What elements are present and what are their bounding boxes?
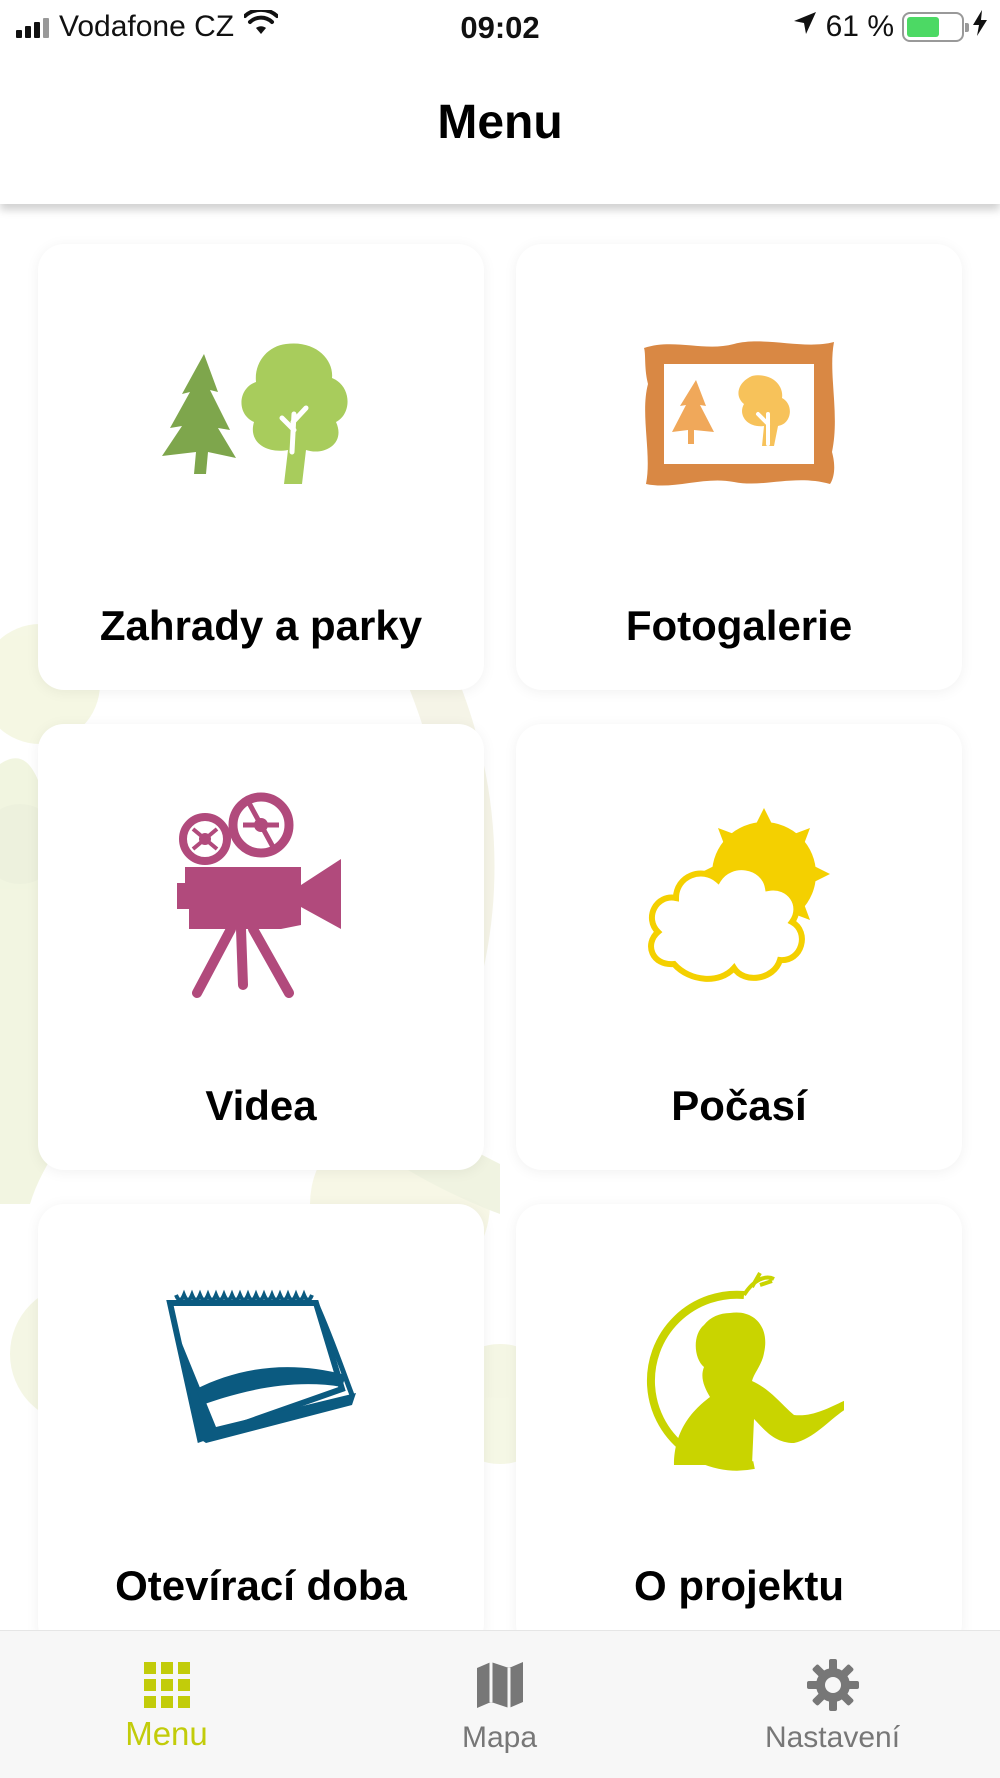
menu-card-label: Videa: [205, 1082, 317, 1129]
menu-card-label: Zahrady a parky: [99, 602, 423, 649]
page-title: Menu: [437, 95, 563, 149]
picture-frame-icon: [644, 341, 835, 486]
tab-bar: Menu Mapa Nastavení: [0, 1630, 1000, 1778]
menu-card-videos[interactable]: Videa: [38, 724, 484, 1170]
tab-menu[interactable]: Menu: [0, 1631, 333, 1778]
tab-map[interactable]: Mapa: [333, 1631, 666, 1778]
grid-icon: [143, 1662, 190, 1708]
menu-card-label: Počasí: [671, 1082, 807, 1129]
menu-card-weather[interactable]: Počasí: [516, 724, 962, 1170]
menu-card-gallery[interactable]: Fotogalerie: [516, 244, 962, 690]
charging-bolt-icon: [972, 10, 988, 44]
tab-label: Menu: [125, 1715, 208, 1752]
menu-card-about-project[interactable]: O projektu: [516, 1204, 962, 1630]
menu-card-label: Fotogalerie: [625, 602, 853, 649]
tab-label: Mapa: [461, 1721, 538, 1754]
weather-icon: [648, 808, 830, 982]
nav-header: Menu: [0, 56, 1000, 204]
map-icon: [476, 1662, 523, 1708]
menu-card-label: O projektu: [633, 1562, 845, 1609]
tab-settings[interactable]: Nastavení: [666, 1631, 999, 1778]
menu-card-opening-hours[interactable]: Otevírací doba: [38, 1204, 484, 1630]
battery-level: [907, 17, 939, 37]
trees-icon: [162, 343, 348, 484]
battery-percent: 61 %: [825, 10, 894, 43]
location-arrow-icon: [792, 10, 818, 44]
project-logo-icon: [646, 1272, 844, 1471]
gear-icon: [806, 1659, 859, 1711]
tab-label: Nastavení: [764, 1721, 901, 1754]
film-camera-icon: [177, 792, 341, 998]
battery-icon: [902, 12, 969, 42]
menu-card-label: Otevírací doba: [115, 1562, 407, 1609]
calendar-icon: [166, 1289, 356, 1443]
menu-card-gardens[interactable]: Zahrady a parky: [38, 244, 484, 690]
menu-grid: Zahrady a parky Fotogalerie Videa Počasí…: [0, 204, 1000, 1630]
status-bar: Vodafone CZ 09:02 61 %: [0, 0, 1000, 56]
